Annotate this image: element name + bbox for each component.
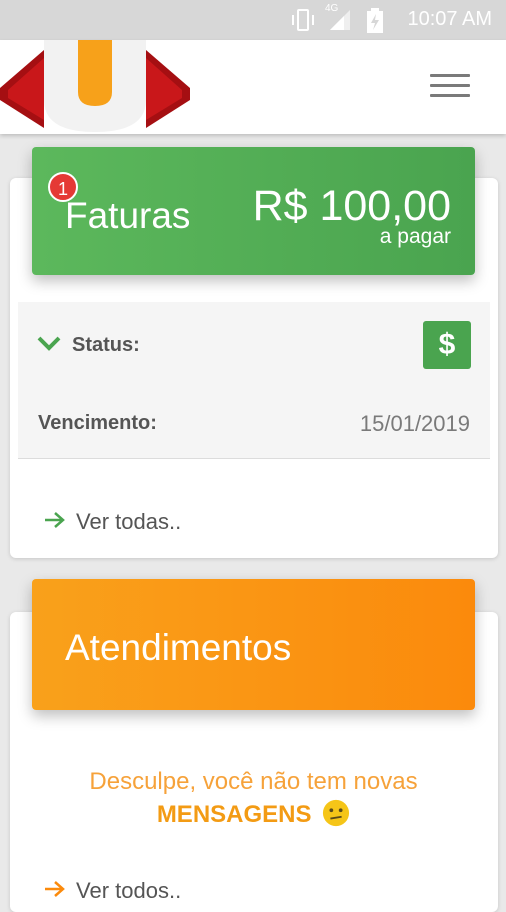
vibrate-icon (292, 9, 314, 31)
confused-face-emoji (323, 799, 350, 827)
app-header (0, 40, 506, 134)
dollar-icon[interactable]: $ (423, 321, 471, 369)
status-label: Status: (72, 334, 140, 356)
view-all-invoices-link[interactable]: Ver todas.. (44, 509, 181, 535)
arrow-right-icon (45, 881, 65, 897)
chevron-down-icon[interactable] (36, 334, 62, 354)
hamburger-menu-icon[interactable] (430, 74, 470, 100)
faturas-title: Faturas (65, 195, 191, 236)
faturas-header[interactable]: 1 Faturas R$ 100,00 a pagar (32, 147, 475, 275)
due-date-label: Vencimento: (38, 412, 157, 434)
brand-logo (0, 40, 190, 132)
atendimentos-title: Atendimentos (65, 627, 292, 668)
view-all-invoices-label: Ver todas.. (76, 509, 182, 534)
empty-messages-line1: Desculpe, você não tem novas (89, 768, 418, 795)
clock: 10:07 AM (407, 8, 492, 30)
view-all-tickets-label: Ver todos.. (76, 878, 182, 903)
empty-messages-notice: Desculpe, você não tem novas MENSAGENS (32, 765, 475, 831)
view-all-tickets-link[interactable]: Ver todos.. (44, 878, 181, 904)
battery-charging-icon (367, 8, 383, 33)
arrow-right-icon (45, 512, 65, 528)
empty-messages-line2: MENSAGENS (156, 801, 312, 828)
due-date-value: 15/01/2019 (359, 411, 470, 436)
status-bar: 4G 10:07 AM (0, 0, 506, 40)
amount-due-caption: a pagar (379, 225, 451, 248)
signal-icon (330, 10, 350, 30)
atendimentos-header[interactable]: Atendimentos (32, 579, 475, 710)
amount-due: R$ 100,00 (252, 182, 451, 230)
